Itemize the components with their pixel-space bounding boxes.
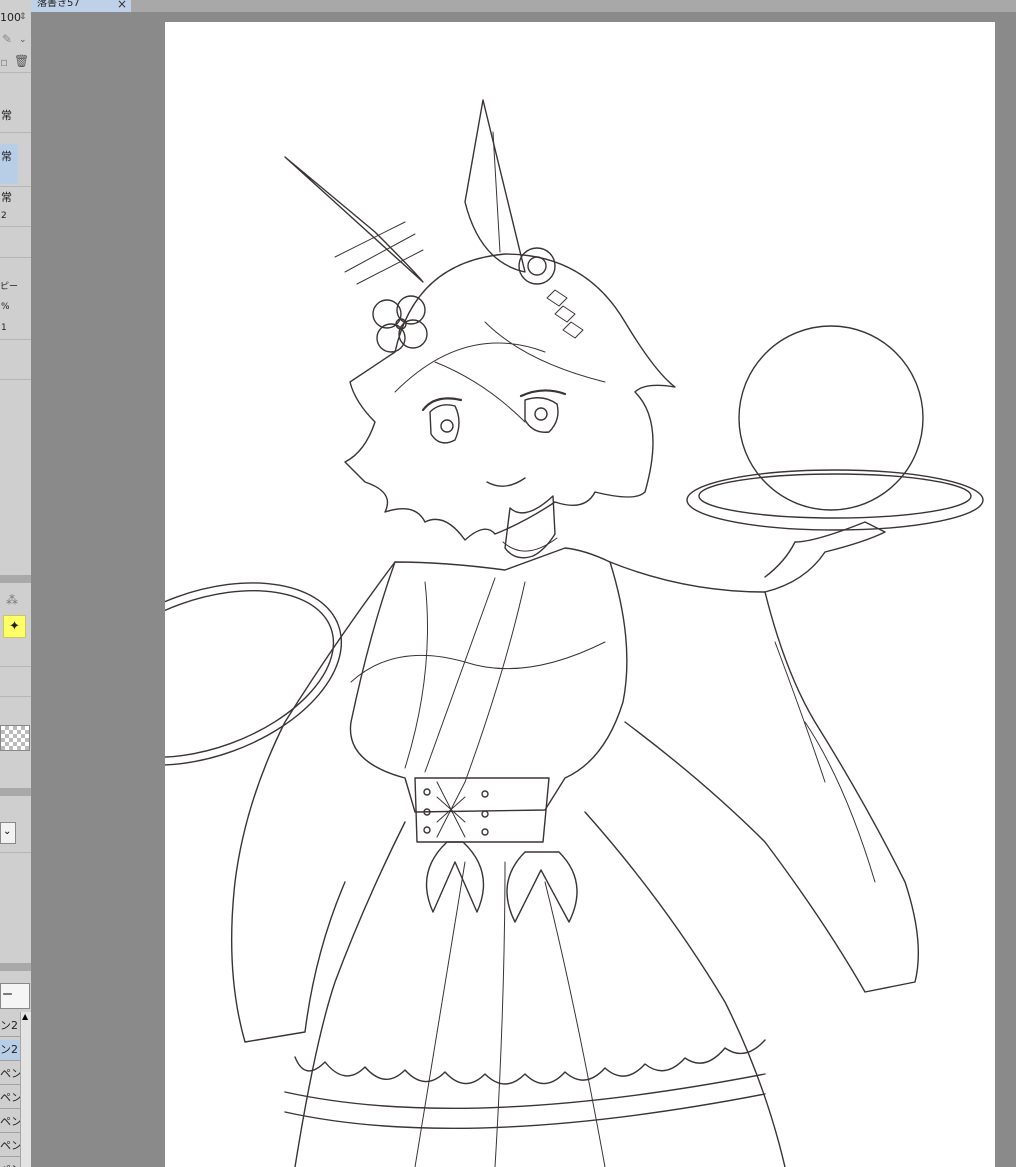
tab-document[interactable]: 落書き57 × — [31, 0, 131, 12]
canvas-area[interactable] — [31, 12, 1016, 1167]
close-icon[interactable]: × — [117, 0, 127, 11]
brush-name-field[interactable]: ー — [0, 983, 30, 1009]
layer-mode-3[interactable]: 常 — [1, 192, 12, 204]
dropdown-select[interactable]: ⌄ — [0, 822, 16, 844]
list-item[interactable]: ペン — [0, 1112, 20, 1133]
trash-icon[interactable]: 🗑 — [14, 55, 29, 67]
sparkle-icon: ✦ — [9, 619, 20, 634]
layer-mode-extra: 2 — [1, 211, 7, 221]
list-scrollbar[interactable]: ▲ — [20, 1012, 31, 1167]
chevron-down-icon[interactable]: ⌄ — [19, 34, 27, 46]
layer-mode-1[interactable]: 常 — [1, 110, 12, 122]
list-item[interactable]: ペン — [0, 1064, 20, 1085]
list-item-selected[interactable]: ン2 — [0, 1040, 20, 1061]
layer-mode-2[interactable]: 常 — [1, 151, 12, 163]
left-panel: 100 ⇕ ✎ ⌄ ▫ 🗑 常 常 常 2 ピー % 1 ⁂ ✦ ⌄ ー ン2 … — [0, 0, 32, 1167]
opacity-value[interactable]: 100 — [0, 12, 21, 24]
lineart-drawing — [165, 99, 984, 1167]
blend-mode-icon[interactable]: ✎ — [2, 33, 12, 45]
lock-icon[interactable]: ▫ — [0, 56, 8, 68]
list-item[interactable]: ペン — [0, 1136, 20, 1157]
brush-name-text: ー — [2, 988, 13, 1001]
list-item[interactable]: ペン — [0, 1160, 20, 1167]
drawing-paper[interactable] — [165, 22, 995, 1167]
chevron-down-icon: ⌄ — [3, 826, 12, 837]
list-item[interactable]: ペン — [0, 1088, 20, 1109]
transparency-swatch[interactable] — [0, 725, 30, 751]
tab-label: 落書き57 — [37, 0, 80, 9]
sparkle-outline-icon[interactable]: ⁂ — [6, 594, 18, 606]
chevron-up-icon[interactable]: ▲ — [22, 1012, 28, 1022]
number-label: 1 — [1, 323, 7, 333]
document-tab-bar: 落書き57 × — [31, 0, 1016, 12]
copy-label: ピー — [0, 282, 19, 292]
sparkle-add-button[interactable]: ✦ — [3, 615, 26, 638]
list-item[interactable]: ン2 — [0, 1016, 20, 1037]
percent-label: % — [1, 302, 10, 312]
spinner-icon[interactable]: ⇕ — [19, 11, 27, 23]
